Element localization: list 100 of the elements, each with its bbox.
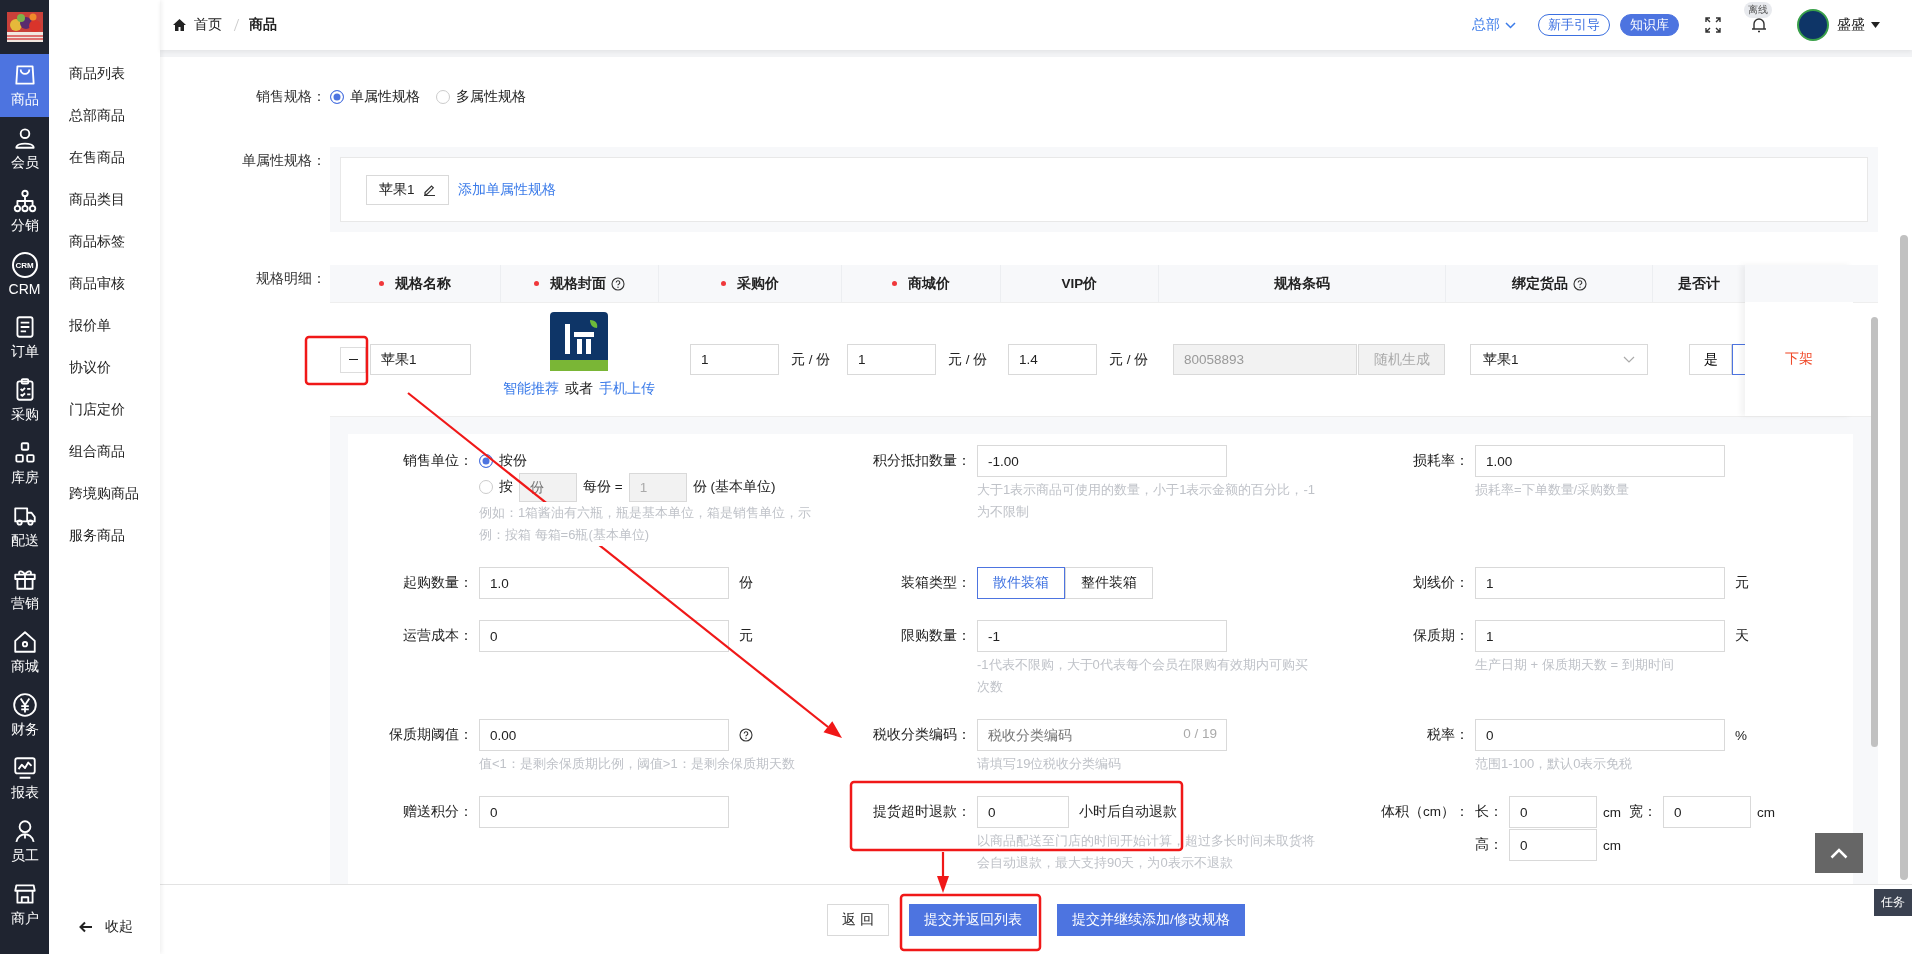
- input-field[interactable]: 1.00: [1475, 445, 1725, 477]
- submit-button[interactable]: 提交并返回列表: [909, 903, 1037, 936]
- submenu-item[interactable]: 在售商品: [49, 136, 160, 178]
- nav-item[interactable]: 商品: [0, 54, 49, 117]
- column-header: 商城价: [908, 274, 950, 293]
- input-field[interactable]: 0.00: [479, 719, 729, 751]
- delist-link[interactable]: 下架: [1785, 350, 1813, 368]
- nav-item[interactable]: 商城: [0, 621, 49, 684]
- avatar-icon[interactable]: [1797, 9, 1829, 41]
- input-field[interactable]: 份: [519, 472, 577, 502]
- field-label: 体积（cm）：: [1380, 803, 1469, 821]
- scrollbar[interactable]: [1871, 317, 1878, 747]
- field-label: 保质期阈值：: [388, 726, 473, 744]
- knowledge-button[interactable]: 知识库: [1620, 14, 1679, 36]
- submenu-item[interactable]: 跨境购商品: [49, 472, 160, 514]
- bell-icon[interactable]: [1751, 17, 1767, 33]
- chevron-up-icon: [1830, 847, 1848, 859]
- breadcrumb-link[interactable]: 首页: [194, 16, 222, 34]
- submenu-item[interactable]: 商品审核: [49, 262, 160, 304]
- nav-item[interactable]: 配送: [0, 495, 49, 558]
- input-field[interactable]: 0: [479, 620, 729, 652]
- input-field[interactable]: 1: [690, 344, 779, 375]
- spec-tag[interactable]: 苹果1: [366, 174, 449, 205]
- collapse-button[interactable]: 收起: [49, 918, 160, 936]
- guide-button[interactable]: 新手引导: [1538, 14, 1610, 36]
- submenu-item[interactable]: 商品列表: [49, 52, 160, 94]
- input-field[interactable]: 0: [977, 796, 1069, 828]
- nav-item[interactable]: 订单: [0, 306, 49, 369]
- back-button[interactable]: 返 回: [827, 903, 889, 936]
- nav-item[interactable]: 库房: [0, 432, 49, 495]
- caret-icon: [1871, 22, 1880, 28]
- submenu-item[interactable]: 服务商品: [49, 514, 160, 556]
- task-tab[interactable]: 任务: [1874, 889, 1912, 916]
- chart-icon: [11, 755, 38, 781]
- nav-item[interactable]: 分销: [0, 180, 49, 243]
- input-field[interactable]: 1.0: [479, 567, 729, 599]
- submenu-item[interactable]: 组合商品: [49, 430, 160, 472]
- back-to-top-button[interactable]: [1815, 833, 1863, 873]
- org-dropdown[interactable]: 总部: [1472, 16, 1516, 34]
- select-field[interactable]: 苹果1: [1470, 344, 1648, 375]
- input-field[interactable]: 苹果1: [370, 344, 471, 375]
- input-field[interactable]: 0: [1509, 796, 1597, 828]
- nav-item[interactable]: 员工: [0, 810, 49, 873]
- submit-continue-button[interactable]: 提交并继续添加/修改规格: [1057, 903, 1245, 936]
- submenu-item[interactable]: 门店定价: [49, 388, 160, 430]
- field-label: 保质期：: [1412, 627, 1469, 645]
- submenu-item[interactable]: 商品标签: [49, 220, 160, 262]
- user-menu[interactable]: 盛盛: [1837, 16, 1880, 34]
- input-field[interactable]: -1: [977, 620, 1227, 652]
- nav-item[interactable]: CRM CRM: [0, 243, 49, 306]
- radio-option[interactable]: 单属性规格: [330, 88, 420, 106]
- help-icon[interactable]: [739, 728, 753, 742]
- nav-item[interactable]: 报表: [0, 747, 49, 810]
- nav-item[interactable]: 采购: [0, 369, 49, 432]
- toggle-option[interactable]: 是: [1689, 344, 1732, 375]
- dimension-label: 长：: [1475, 803, 1503, 821]
- submenu-item[interactable]: 协议价: [49, 346, 160, 388]
- hint-text: 损耗率=下单数量/采购数量: [1475, 481, 1631, 499]
- input-field[interactable]: 1: [1475, 620, 1725, 652]
- fullscreen-icon[interactable]: [1705, 17, 1721, 33]
- field-label: 损耗率：: [1412, 452, 1469, 470]
- scrollbar[interactable]: [1900, 235, 1908, 880]
- column-header: 规格封面: [550, 274, 606, 293]
- breadcrumb-current: 商品: [249, 16, 277, 34]
- column-header: VIP价: [1061, 274, 1098, 293]
- input-field[interactable]: 0: [479, 796, 729, 828]
- radio-label: 按份: [499, 452, 527, 470]
- recommend-link[interactable]: 智能推荐: [503, 380, 559, 398]
- column-header: 是否计: [1678, 274, 1720, 293]
- nav-item[interactable]: 营销: [0, 558, 49, 621]
- dimension-label: 宽：: [1629, 803, 1657, 821]
- radio-icon[interactable]: [479, 480, 493, 494]
- input-field[interactable]: 1: [1475, 567, 1725, 599]
- toggle-option[interactable]: 整件装箱: [1065, 567, 1153, 599]
- help-icon[interactable]: [1572, 276, 1587, 291]
- char-counter: 0 / 19: [1183, 726, 1217, 741]
- input-field[interactable]: 0: [1475, 719, 1725, 751]
- toggle-option[interactable]: 散件装箱: [977, 567, 1065, 599]
- input-field[interactable]: 1.4: [1008, 344, 1097, 375]
- submenu-item[interactable]: 总部商品: [49, 94, 160, 136]
- upload-link[interactable]: 手机上传: [599, 380, 655, 398]
- hint-text: 请填写19位税收分类编码: [977, 755, 1123, 773]
- radio-label: 按: [499, 478, 513, 496]
- nav-item[interactable]: 财务: [0, 684, 49, 747]
- radio-option[interactable]: 多属性规格: [436, 88, 526, 106]
- unit-text: %: [1735, 727, 1747, 743]
- add-spec-link[interactable]: 添加单属性规格: [457, 180, 556, 199]
- input-field[interactable]: -1.00: [977, 445, 1227, 477]
- nav-item[interactable]: 商户: [0, 873, 49, 936]
- input-field[interactable]: 0: [1509, 829, 1597, 861]
- nav-item[interactable]: 会员: [0, 117, 49, 180]
- input-field[interactable]: 0: [1663, 796, 1751, 828]
- submenu-item[interactable]: 商品类目: [49, 178, 160, 220]
- chevron-down-icon: [1505, 21, 1516, 29]
- input-field[interactable]: 1: [847, 344, 936, 375]
- unit-text: 天: [1735, 627, 1749, 645]
- submenu-item[interactable]: 报价单: [49, 304, 160, 346]
- hint-text: 范围1-100，默认0表示免税: [1475, 755, 1634, 773]
- help-icon[interactable]: [611, 276, 625, 291]
- unit-text: 元: [739, 627, 753, 645]
